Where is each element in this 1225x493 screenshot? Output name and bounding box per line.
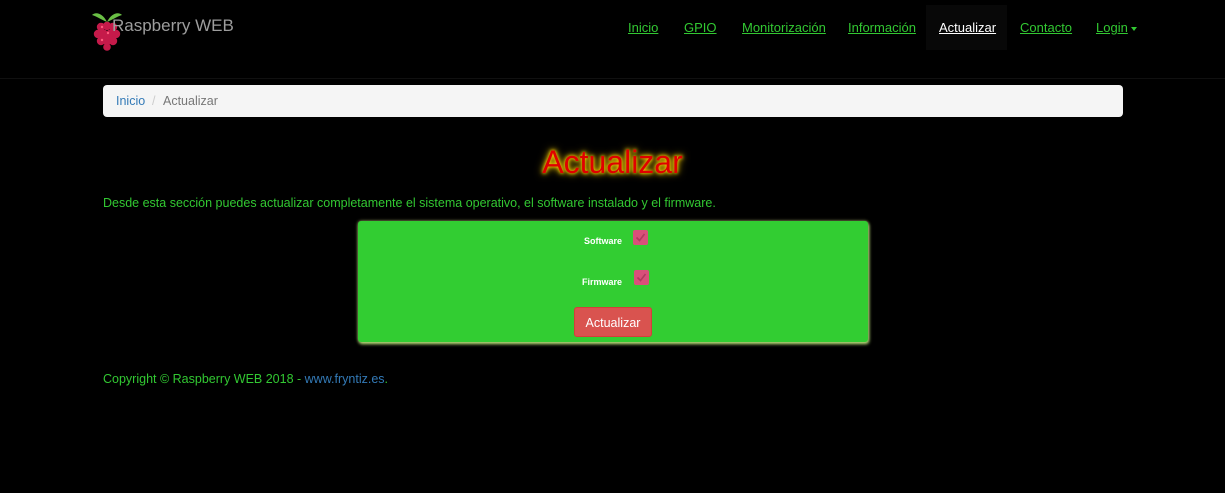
- nav-item-monitorizacion[interactable]: Monitorización: [729, 5, 839, 50]
- software-label: Software: [584, 236, 623, 246]
- checkmark-icon: [636, 273, 647, 282]
- breadcrumb-home-link[interactable]: Inicio: [116, 85, 145, 117]
- footer-link[interactable]: www.fryntiz.es: [305, 372, 385, 386]
- update-form-panel: Software Firmware Actualizar: [358, 221, 868, 342]
- nav-item-contacto[interactable]: Contacto: [1007, 5, 1085, 50]
- navbar: Raspberry WEB Inicio GPIO Monitorización…: [0, 0, 1225, 79]
- footer: Copyright © Raspberry WEB 2018 - www.fry…: [103, 372, 388, 386]
- breadcrumb-current: Actualizar: [163, 94, 218, 108]
- firmware-checkbox[interactable]: [634, 270, 649, 285]
- nav-login-label: Login: [1096, 20, 1128, 35]
- page-title: Actualizar: [542, 144, 683, 180]
- footer-suffix: .: [384, 372, 389, 386]
- nav-item-gpio[interactable]: GPIO: [671, 5, 730, 50]
- checkmark-icon: [635, 233, 646, 242]
- nav-item-informacion[interactable]: Información: [835, 5, 929, 50]
- nav-item-login[interactable]: Login: [1083, 5, 1150, 50]
- software-checkbox[interactable]: [633, 230, 648, 245]
- nav-item-inicio[interactable]: Inicio: [615, 5, 671, 50]
- main-nav: Inicio GPIO Monitorización Información A…: [0, 5, 1225, 50]
- breadcrumb-separator: /: [152, 94, 156, 108]
- nav-item-actualizar[interactable]: Actualizar: [926, 5, 1007, 50]
- breadcrumb: Inicio / Actualizar: [103, 85, 1123, 117]
- footer-copyright: Copyright © Raspberry WEB 2018 -: [103, 372, 305, 386]
- chevron-down-icon: [1130, 26, 1137, 31]
- actualizar-button[interactable]: Actualizar: [574, 307, 652, 337]
- page-intro: Desde esta sección puedes actualizar com…: [103, 196, 716, 210]
- firmware-label: Firmware: [582, 277, 623, 287]
